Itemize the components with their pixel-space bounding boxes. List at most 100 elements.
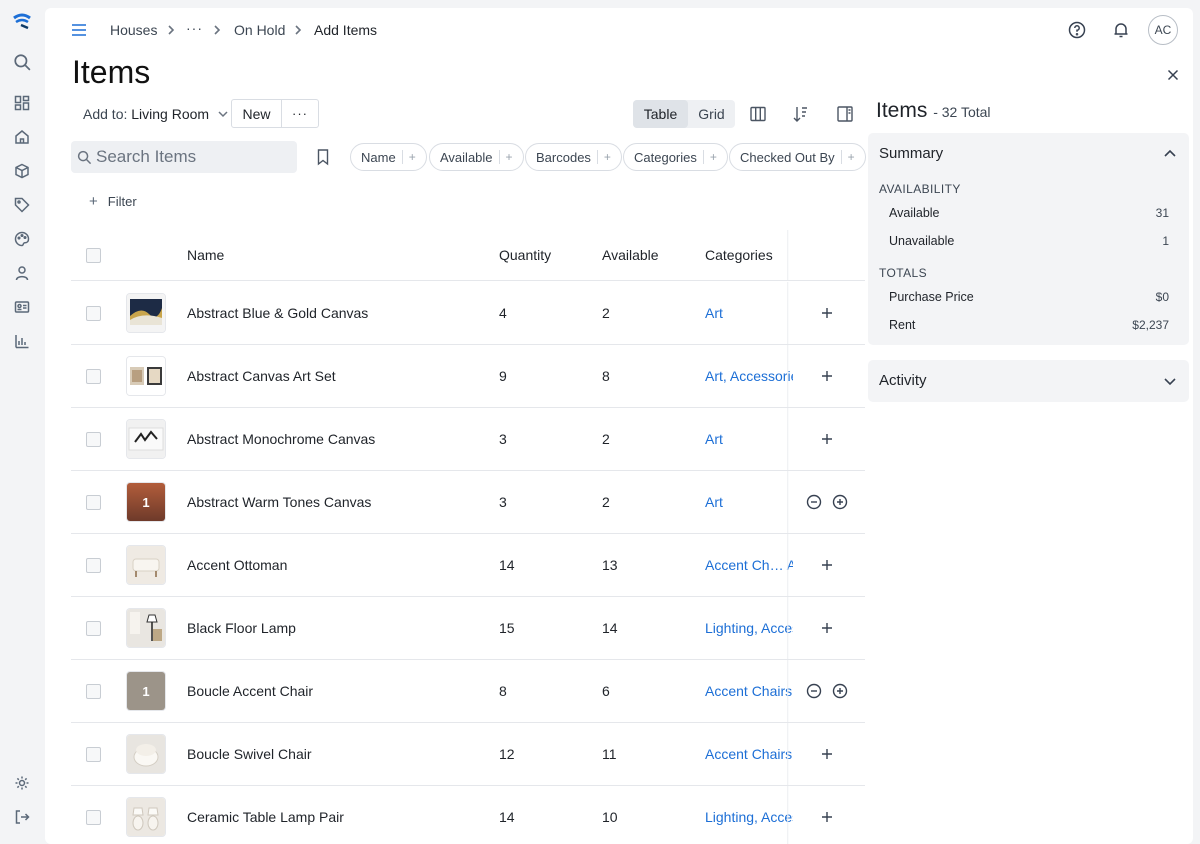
item-thumbnail[interactable]	[127, 546, 165, 584]
item-thumbnail[interactable]	[127, 798, 165, 836]
add-circle-icon[interactable]	[831, 682, 849, 700]
row-checkbox[interactable]	[86, 684, 101, 699]
row-checkbox[interactable]	[86, 810, 101, 825]
new-button[interactable]: New	[231, 99, 282, 128]
row-checkbox[interactable]	[86, 495, 101, 510]
help-icon[interactable]	[1067, 20, 1087, 40]
table-row[interactable]: Boucle Swivel Chair 12 11 Accent Chairs,	[71, 723, 865, 786]
summary-header[interactable]: Summary	[879, 145, 943, 162]
item-thumbnail[interactable]	[127, 609, 165, 647]
filter-button[interactable]: + Filter	[89, 193, 137, 210]
close-icon[interactable]	[1163, 65, 1183, 85]
chip-barcodes[interactable]: Barcodes +	[525, 143, 622, 171]
table-row[interactable]: Black Floor Lamp 15 14 Lighting, Acces	[71, 597, 865, 660]
item-name[interactable]: Black Floor Lamp	[187, 620, 296, 636]
add-circle-icon[interactable]	[831, 493, 849, 511]
table-row[interactable]: 1 Abstract Warm Tones Canvas 3 2 Art	[71, 471, 865, 534]
add-icon[interactable]	[818, 619, 836, 637]
item-categories[interactable]: Accent Ch… A	[705, 557, 793, 573]
item-thumbnail[interactable]	[127, 294, 165, 332]
table-row[interactable]: 1 Boucle Accent Chair 8 6 Accent Chairs,	[71, 660, 865, 723]
item-thumbnail[interactable]: 1	[127, 672, 165, 710]
search-input[interactable]	[96, 147, 286, 167]
column-header-quantity[interactable]: Quantity	[499, 247, 551, 263]
item-thumbnail[interactable]	[127, 420, 165, 458]
side-panel-icon[interactable]	[835, 104, 855, 124]
activity-section[interactable]: Activity	[868, 360, 1189, 402]
item-categories[interactable]: Art	[705, 494, 793, 510]
item-categories[interactable]: Lighting, Acces	[705, 809, 793, 825]
add-icon[interactable]	[818, 745, 836, 763]
item-categories[interactable]: Art	[705, 305, 793, 321]
chart-icon[interactable]	[12, 331, 32, 351]
chevron-up-icon[interactable]	[1163, 147, 1177, 161]
id-card-icon[interactable]	[12, 297, 32, 317]
item-name[interactable]: Accent Ottoman	[187, 557, 287, 573]
item-categories[interactable]: Accent Chairs,	[705, 683, 793, 699]
more-options-icon[interactable]: ···	[281, 99, 319, 128]
avatar[interactable]: AC	[1148, 15, 1178, 45]
item-categories[interactable]: Art, Accessories	[705, 368, 793, 384]
home-icon[interactable]	[12, 127, 32, 147]
column-header-name[interactable]: Name	[187, 247, 224, 263]
table-row[interactable]: Accent Ottoman 14 13 Accent Ch… A	[71, 534, 865, 597]
column-header-categories[interactable]: Categories	[705, 247, 773, 263]
row-checkbox[interactable]	[86, 621, 101, 636]
item-name[interactable]: Abstract Warm Tones Canvas	[187, 494, 371, 510]
select-all-checkbox[interactable]	[86, 248, 101, 263]
row-checkbox[interactable]	[86, 432, 101, 447]
view-grid-button[interactable]: Grid	[688, 100, 735, 128]
menu-icon[interactable]	[69, 20, 89, 40]
item-thumbnail[interactable]: 1	[127, 483, 165, 521]
item-name[interactable]: Boucle Swivel Chair	[187, 746, 312, 762]
view-table-button[interactable]: Table	[633, 100, 688, 128]
app-logo-icon[interactable]	[12, 12, 32, 32]
item-name[interactable]: Boucle Accent Chair	[187, 683, 313, 699]
add-icon[interactable]	[818, 367, 836, 385]
item-name[interactable]: Abstract Monochrome Canvas	[187, 431, 375, 447]
add-icon[interactable]	[818, 304, 836, 322]
table-row[interactable]: Abstract Canvas Art Set 9 8 Art, Accessorie…	[71, 345, 865, 408]
bell-icon[interactable]	[1111, 20, 1131, 40]
item-thumbnail[interactable]	[127, 735, 165, 773]
settings-icon[interactable]	[12, 773, 32, 793]
item-name[interactable]: Abstract Canvas Art Set	[187, 368, 336, 384]
chip-categories[interactable]: Categories +	[623, 143, 728, 171]
chip-name[interactable]: Name +	[350, 143, 427, 171]
box-icon[interactable]	[12, 161, 32, 181]
breadcrumb-houses[interactable]: Houses	[110, 22, 157, 38]
item-name[interactable]: Abstract Blue & Gold Canvas	[187, 305, 368, 321]
breadcrumb-more-icon[interactable]: ···	[186, 20, 203, 36]
add-icon[interactable]	[818, 808, 836, 826]
item-categories[interactable]: Accent Chairs,	[705, 746, 793, 762]
row-checkbox[interactable]	[86, 369, 101, 384]
add-to-selector[interactable]: Add to: Living Room	[83, 106, 229, 123]
column-header-available[interactable]: Available	[602, 247, 659, 263]
logout-icon[interactable]	[12, 807, 32, 827]
row-checkbox[interactable]	[86, 747, 101, 762]
table-row[interactable]: Abstract Monochrome Canvas 3 2 Art	[71, 408, 865, 471]
add-icon[interactable]	[818, 430, 836, 448]
remove-circle-icon[interactable]	[805, 493, 823, 511]
user-icon[interactable]	[12, 263, 32, 283]
item-name[interactable]: Ceramic Table Lamp Pair	[187, 809, 344, 825]
bookmark-icon[interactable]	[313, 147, 333, 167]
tag-icon[interactable]	[12, 195, 32, 215]
breadcrumb-on-hold[interactable]: On Hold	[234, 22, 285, 38]
chip-checked-out-by[interactable]: Checked Out By +	[729, 143, 866, 171]
dashboard-icon[interactable]	[12, 93, 32, 113]
table-row[interactable]: Ceramic Table Lamp Pair 14 10 Lighting, Acc…	[71, 786, 865, 844]
search-icon[interactable]	[12, 52, 32, 72]
remove-circle-icon[interactable]	[805, 682, 823, 700]
row-checkbox[interactable]	[86, 558, 101, 573]
row-checkbox[interactable]	[86, 306, 101, 321]
item-categories[interactable]: Lighting, Acces	[705, 620, 793, 636]
item-categories[interactable]: Art	[705, 431, 793, 447]
palette-icon[interactable]	[12, 229, 32, 249]
columns-icon[interactable]	[748, 104, 768, 124]
chip-available[interactable]: Available +	[429, 143, 524, 171]
table-row[interactable]: Abstract Blue & Gold Canvas 4 2 Art	[71, 282, 865, 345]
add-icon[interactable]	[818, 556, 836, 574]
item-thumbnail[interactable]	[127, 357, 165, 395]
sort-icon[interactable]	[791, 104, 811, 124]
